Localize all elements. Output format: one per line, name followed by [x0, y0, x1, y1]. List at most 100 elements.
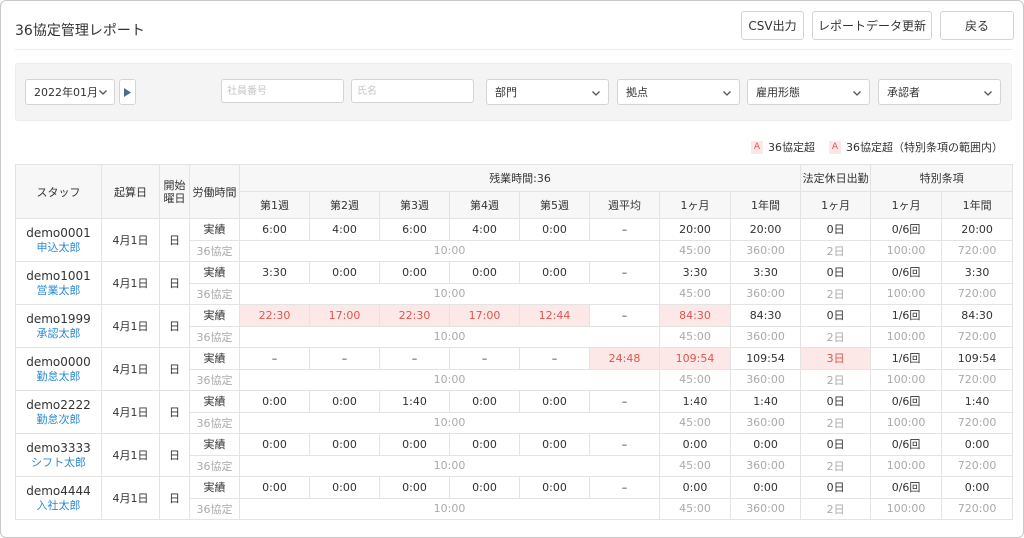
actual-month-cell: 84:30: [659, 304, 731, 327]
limit-year-cell: 360:00: [729, 282, 802, 305]
actual-holiday-cell: 0日: [800, 304, 872, 327]
header-start-weekday-line1: 開始: [163, 178, 186, 192]
table-row: demo1999 承認太郎 4月1日日実績 22:30 17:00 22:30 17:00 1…: [15, 304, 1014, 348]
approver-select[interactable]: 承認者: [878, 79, 1001, 105]
chevron-down-icon: [984, 91, 992, 96]
limit-special-month-cell: 100:00: [870, 239, 943, 262]
actual-sp_count-cell: 0/6回: [870, 261, 943, 284]
staff-name-link[interactable]: 承認太郎: [16, 326, 101, 341]
table-header: スタッフ 起算日 開始 曜日 労働時間 残業時間:36 法定休日出勤 特別条項 第…: [15, 164, 1014, 219]
limit-weekly-cell: 10:00: [239, 239, 660, 262]
actual-month-cell: 109:54: [659, 347, 731, 370]
header-work-time: 労働時間: [189, 164, 240, 219]
actual-w5-cell: 0:00: [519, 433, 590, 456]
actual-w4-cell: 0:00: [449, 433, 520, 456]
start-day-cell: 4月1日: [101, 476, 160, 520]
start-weekday-cell: 日: [159, 261, 190, 305]
staff-cell: demo0000 勤怠太郎: [15, 347, 102, 391]
staff-name-link[interactable]: 入社太郎: [16, 498, 101, 513]
actual-year-cell: 20:00: [729, 218, 802, 241]
employee-number-input[interactable]: [221, 79, 344, 103]
actual-label: 実績: [189, 390, 240, 413]
actual-label: 実績: [189, 347, 240, 370]
limit-weekly-cell: 10:00: [239, 411, 660, 434]
limit-month-cell: 45:00: [659, 282, 731, 305]
limit-weekly-cell: 10:00: [239, 368, 660, 391]
actual-w4-cell: 0:00: [449, 261, 520, 284]
location-select[interactable]: 拠点: [617, 79, 740, 105]
employment-type-select[interactable]: 雇用形態: [747, 79, 870, 105]
actual-w3-cell: –: [379, 347, 450, 370]
actual-holiday-cell: 0日: [800, 476, 872, 499]
limit-special-month-cell: 100:00: [870, 325, 943, 348]
play-arrow-icon: [124, 87, 131, 97]
header-holiday-month: 1ヶ月: [800, 191, 872, 219]
next-month-button[interactable]: [119, 79, 136, 105]
actual-year-cell: 3:30: [729, 261, 802, 284]
actual-w1-cell: 0:00: [239, 390, 310, 413]
actual-sp_count-cell: 0/6回: [870, 218, 943, 241]
limit-holiday-cell: 2日: [800, 325, 872, 348]
actual-month-cell: 20:00: [659, 218, 731, 241]
staff-id: demo4444: [26, 483, 91, 498]
staff-name-link[interactable]: シフト太郎: [16, 455, 101, 470]
actual-sp_year-cell: 0:00: [941, 433, 1014, 456]
actual-label: 実績: [189, 218, 240, 241]
limit-label: 36協定: [189, 454, 240, 477]
month-select[interactable]: 2022年01月: [25, 79, 115, 105]
name-input[interactable]: [351, 79, 474, 103]
table-row: demo0001 申込太郎 4月1日日実績 6:00 4:00 6:00 4:00 0:00–…: [15, 218, 1014, 262]
chevron-down-icon: [592, 91, 600, 96]
limit-label: 36協定: [189, 282, 240, 305]
table-body: demo0001 申込太郎 4月1日日実績 6:00 4:00 6:00 4:00 0:00–…: [15, 218, 1014, 520]
limit-special-month-cell: 100:00: [870, 368, 943, 391]
staff-name-link[interactable]: 申込太郎: [16, 240, 101, 255]
actual-w5-cell: 0:00: [519, 390, 590, 413]
limit-weekly-cell: 10:00: [239, 497, 660, 520]
csv-export-button[interactable]: CSV出力: [741, 11, 804, 40]
actual-w1-cell: 6:00: [239, 218, 310, 241]
legend-over-36-special: A 36協定超（特別条項の範囲内）: [829, 139, 1003, 155]
actual-w1-cell: 22:30: [239, 304, 310, 327]
actual-w3-cell: 0:00: [379, 261, 450, 284]
actual-holiday-cell: 3日: [800, 347, 872, 370]
actual-avg-cell: –: [589, 476, 660, 499]
actual-w5-cell: 0:00: [519, 476, 590, 499]
limit-label: 36協定: [189, 325, 240, 348]
staff-name-link[interactable]: 勤怠次郎: [16, 412, 101, 427]
actual-w2-cell: 4:00: [309, 218, 380, 241]
limit-year-cell: 360:00: [729, 325, 802, 348]
department-select[interactable]: 部門: [486, 79, 609, 105]
staff-cell: demo0001 申込太郎: [15, 218, 102, 262]
limit-label: 36協定: [189, 239, 240, 262]
actual-holiday-cell: 0日: [800, 433, 872, 456]
table-row: demo1001 営業太郎 4月1日日実績 3:30 0:00 0:00 0:00 0:00–…: [15, 261, 1014, 305]
actual-month-cell: 1:40: [659, 390, 731, 413]
header-month: 1ヶ月: [659, 191, 731, 219]
actual-sp_year-cell: 3:30: [941, 261, 1014, 284]
actual-month-cell: 0:00: [659, 433, 731, 456]
staff-name-link[interactable]: 勤怠太郎: [16, 369, 101, 384]
employment-type-value: 雇用形態: [756, 86, 800, 99]
limit-special-month-cell: 100:00: [870, 497, 943, 520]
header-overtime-group: 残業時間:36: [238, 164, 802, 192]
actual-year-cell: 1:40: [729, 390, 802, 413]
limit-special-month-cell: 100:00: [870, 454, 943, 477]
staff-cell: demo3333 シフト太郎: [15, 433, 102, 477]
start-weekday-cell: 日: [159, 433, 190, 477]
limit-special-year-cell: 720:00: [941, 368, 1014, 391]
header-week5: 第5週: [519, 191, 590, 219]
header-week4: 第4週: [449, 191, 520, 219]
header-holiday-group: 法定休日出勤: [800, 164, 872, 192]
start-weekday-cell: 日: [159, 476, 190, 520]
staff-id: demo0001: [26, 225, 91, 240]
back-button[interactable]: 戻る: [940, 11, 1014, 40]
actual-holiday-cell: 0日: [800, 218, 872, 241]
staff-name-link[interactable]: 営業太郎: [16, 283, 101, 298]
staff-cell: demo1001 営業太郎: [15, 261, 102, 305]
start-day-cell: 4月1日: [101, 347, 160, 391]
refresh-report-button[interactable]: レポートデータ更新: [812, 11, 932, 40]
staff-id: demo3333: [26, 440, 91, 455]
limit-weekly-cell: 10:00: [239, 454, 660, 477]
filter-bar: 2022年01月 部門 拠点 雇用形態 承認者: [15, 63, 1012, 121]
